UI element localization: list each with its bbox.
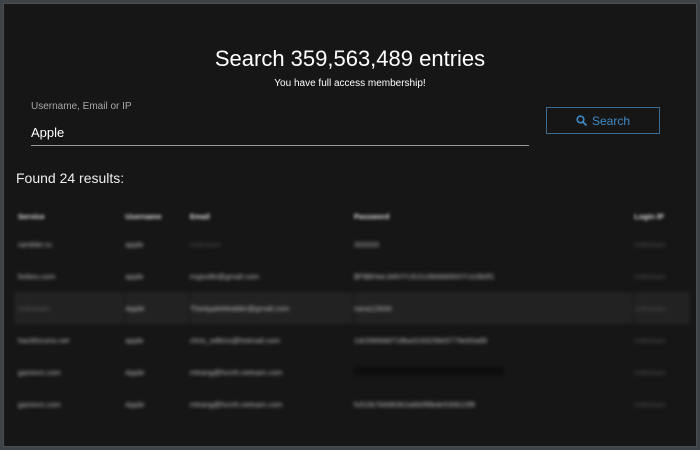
column-header-username: Username <box>125 211 162 221</box>
column-header-service: Service <box>18 211 45 221</box>
search-field-label: Username, Email or IP <box>31 101 132 112</box>
cell-email: mtrang@hcmh.netnam.com <box>189 367 283 377</box>
cell-password: fuf10b7b698362a6b0f8bde530b10f8 <box>354 399 475 409</box>
cell-email: chris_wilkins@hotmail.com <box>189 335 281 345</box>
table-row: hackforums.net apple chris_wilkins@hotma… <box>14 324 690 356</box>
cell-service: Unknown <box>14 292 126 324</box>
cell-username: Apple <box>125 367 145 377</box>
cell-login-ip: Unknown <box>634 239 666 249</box>
column-header-email: Email <box>189 211 210 221</box>
search-button[interactable]: Search <box>546 107 660 134</box>
column-header-password: Password <box>354 211 390 221</box>
cell-email: TheAppleModder@gmail.com <box>189 292 355 324</box>
table-row: forbes.com apple myjoolle@gmail.com $P$B… <box>14 260 690 292</box>
membership-status: You have full access membership! <box>274 78 426 89</box>
cell-email: mtrang@hcmh.netnam.com <box>189 399 283 409</box>
cell-password: 1dc5969dd718ba3193258e5779e60a89 <box>354 335 488 345</box>
cell-username: apple <box>125 271 144 281</box>
search-button-label: Search <box>591 113 631 128</box>
page-title: Search 359,563,489 entries <box>214 46 486 71</box>
cell-username: Apple <box>125 292 190 324</box>
cell-email: myjoolle@gmail.com <box>189 271 260 281</box>
cell-email: Unknown <box>189 239 222 249</box>
cell-service: hackforums.net <box>18 335 70 345</box>
cell-username: apple <box>125 239 144 249</box>
cell-service: forbes.com <box>18 271 56 281</box>
results-summary: Found 24 results: <box>16 170 125 186</box>
cell-service: gamevn.com <box>18 399 61 409</box>
search-input[interactable] <box>31 119 529 146</box>
cell-password: 333333 <box>354 239 380 249</box>
cell-username: apple <box>125 335 144 345</box>
cell-login-ip: Unknown <box>634 399 666 409</box>
cell-password: nana12644 <box>354 292 635 324</box>
table-header-row: Service Username Email Password Login IP <box>14 204 690 228</box>
cell-service: rambler.ru <box>18 239 52 249</box>
cell-login-ip: Unknown <box>634 367 666 377</box>
results-table: Service Username Email Password Login IP… <box>14 204 690 420</box>
table-row: Unknown Apple TheAppleModder@gmail.com n… <box>14 292 690 324</box>
search-icon <box>576 115 587 126</box>
cell-username: Apple <box>125 399 145 409</box>
cell-password-redacted <box>354 356 634 388</box>
cell-login-ip: Unknown <box>634 271 666 281</box>
cell-login-ip: Unknown <box>634 292 690 324</box>
cell-service: gamevn.com <box>18 367 61 377</box>
cell-login-ip: Unknown <box>634 335 666 345</box>
redaction-bar <box>354 367 505 375</box>
search-panel: Search 359,563,489 entries You have full… <box>3 3 697 447</box>
cell-password: $P$BHwL84h/YU5J1c6bMdrkh0YUc0b0f1 <box>354 271 495 281</box>
table-row: gamevn.com Apple mtrang@hcmh.netnam.com … <box>14 388 690 420</box>
table-row: rambler.ru apple Unknown 333333 Unknown <box>14 228 690 260</box>
table-row: gamevn.com Apple mtrang@hcmh.netnam.com … <box>14 356 690 388</box>
column-header-login-ip: Login IP <box>634 211 664 221</box>
